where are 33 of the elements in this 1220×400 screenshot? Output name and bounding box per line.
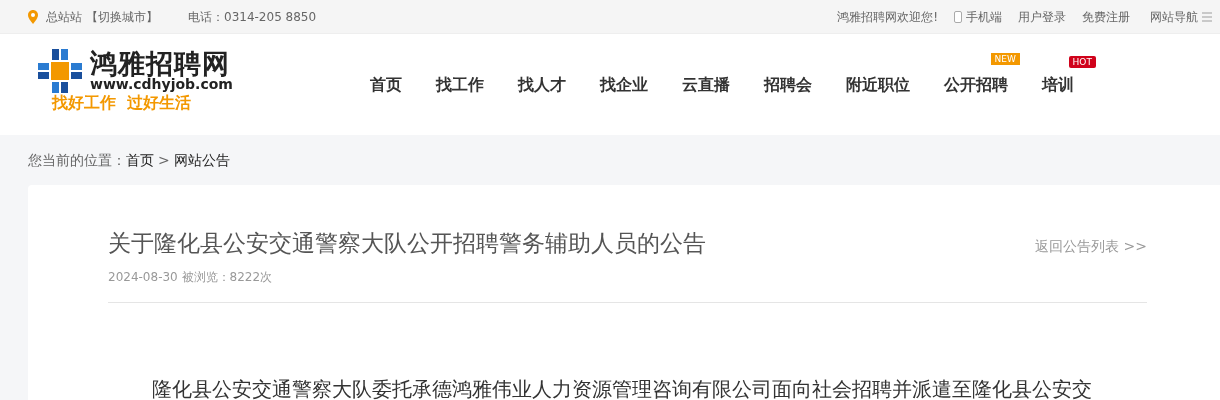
nav-link[interactable]: 招聘会 — [763, 72, 812, 97]
phone-icon — [954, 10, 962, 23]
site-nav-link[interactable]: 网站导航 — [1150, 7, 1212, 26]
logo-url: www.cdhyjob.com — [90, 76, 233, 93]
current-station: 总站站 — [46, 8, 82, 26]
new-badge: NEW — [990, 52, 1020, 65]
breadcrumb-separator: > — [158, 150, 170, 170]
nav-link[interactable]: 首页 — [369, 72, 402, 97]
nav-link[interactable]: 找工作 — [435, 72, 484, 97]
logo-slogan: 找好工作 过好生活 — [52, 92, 193, 113]
article-title: 关于隆化县公安交通警察大队公开招聘警务辅助人员的公告 — [108, 230, 706, 258]
article-paragraph: 隆化县公安交通警察大队委托承德鸿雅伟业人力资源管理咨询有限公司面向社会招聘并派遣至隆化县公安交 — [152, 376, 1093, 400]
switch-city-link[interactable]: 【切换城市】 — [86, 7, 158, 26]
breadcrumb-label: 您当前的位置： — [28, 150, 126, 170]
nav-link[interactable]: 找企业 — [599, 72, 648, 97]
nav-link[interactable]: 找人才 — [517, 72, 566, 97]
nav-link[interactable]: 云直播 — [681, 72, 730, 97]
location-pin-icon — [28, 9, 38, 24]
nav-link[interactable]: 附近职位 — [845, 72, 910, 97]
article-meta: 2024-08-30 被浏览：8222次 — [108, 268, 274, 286]
login-link[interactable]: 用户登录 — [1018, 7, 1066, 26]
hot-badge: HOT — [1068, 55, 1096, 68]
breadcrumb-link[interactable]: 首页 — [126, 149, 154, 171]
register-link[interactable]: 免费注册 — [1082, 7, 1130, 26]
phone-number: 电话：0314-205 8850 — [188, 8, 317, 26]
nav-link[interactable]: 公开招聘 — [943, 72, 1008, 97]
logo-icon — [38, 48, 82, 93]
mobile-link[interactable]: 手机端 — [954, 7, 1002, 26]
welcome-text: 鸿雅招聘网欢迎您! — [837, 8, 938, 26]
breadcrumb-link[interactable]: 网站公告 — [173, 149, 230, 171]
logo-title: 鸿雅招聘网 — [90, 49, 230, 77]
nav-link[interactable]: 培训 — [1041, 72, 1074, 97]
menu-icon — [1202, 11, 1212, 22]
